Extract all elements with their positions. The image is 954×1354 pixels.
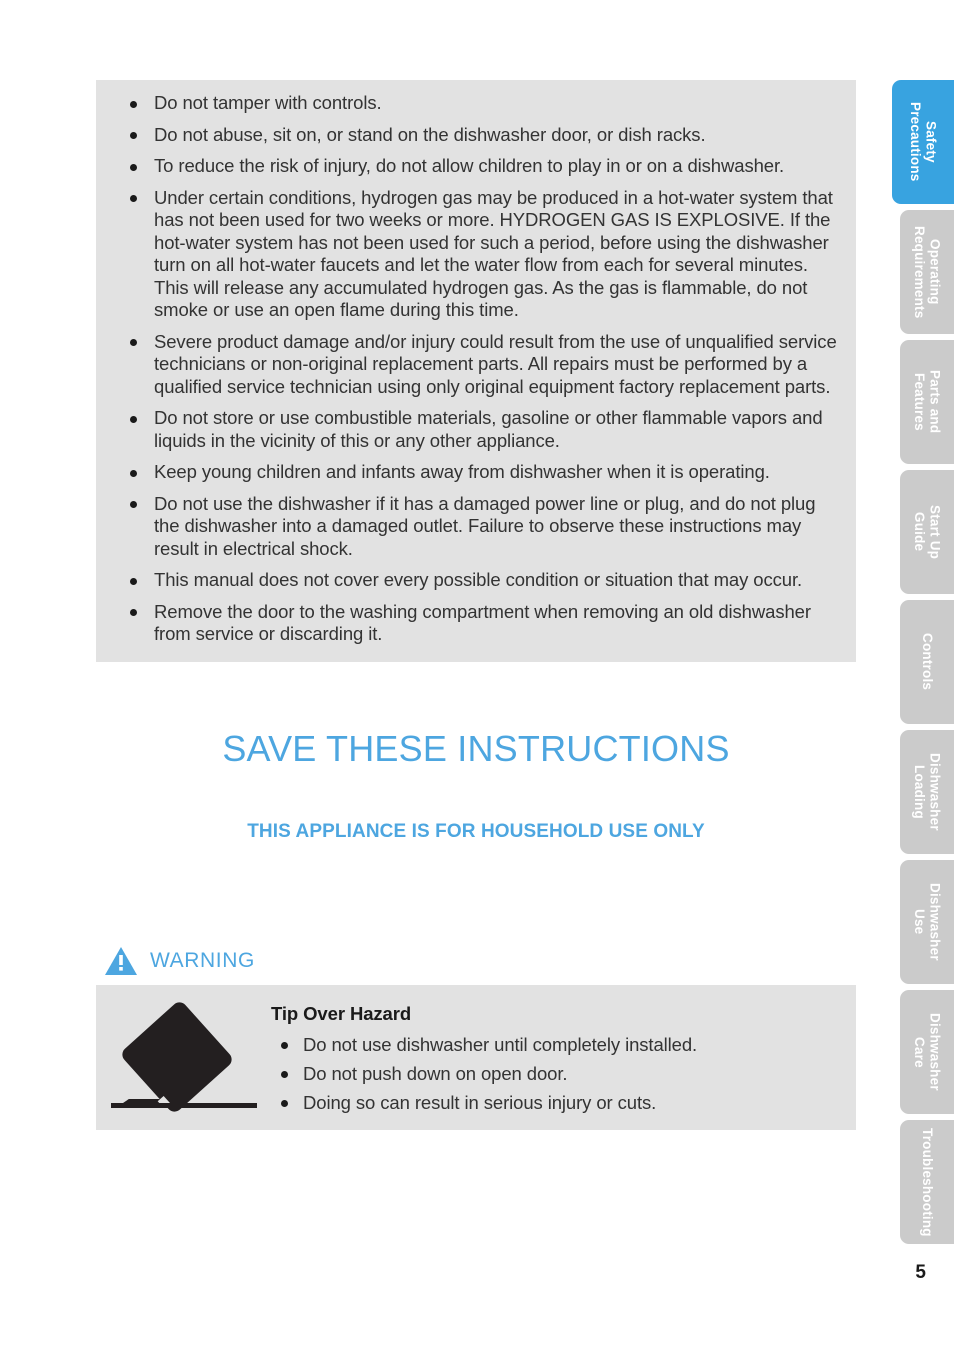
manual-page: Do not tamper with controls. Do not abuse…: [0, 0, 954, 1354]
tipping-dishwasher-icon: [110, 1002, 257, 1112]
safety-bullet: Do not tamper with controls.: [114, 92, 838, 115]
hazard-content: Tip Over Hazard Do not use dishwasher un…: [271, 985, 856, 1121]
hazard-bullet: Do not push down on open door.: [271, 1063, 856, 1085]
safety-bullet: Keep young children and infants away fro…: [114, 461, 838, 484]
page-subtitle: THIS APPLIANCE IS FOR HOUSEHOLD USE ONLY: [247, 821, 705, 842]
sidebar-tab-troubleshooting[interactable]: Troubleshooting: [900, 1120, 954, 1244]
hazard-bullet: Do not use dishwasher until completely i…: [271, 1034, 856, 1056]
hazard-title: Tip Over Hazard: [271, 1003, 412, 1024]
sidebar-tab-label: Safety Precautions: [908, 102, 939, 182]
sidebar-tab-parts-and-features[interactable]: Parts and Features: [900, 340, 954, 464]
sidebar-tab-controls[interactable]: Controls: [900, 600, 954, 724]
sidebar-tab-label: Dishwasher Care: [912, 1013, 943, 1091]
sidebar-tab-label: Start Up Guide: [912, 504, 943, 560]
hazard-bullet: Doing so can result in serious injury or…: [271, 1092, 856, 1114]
safety-bullet: Remove the door to the washing compartme…: [114, 601, 838, 646]
sidebar-tab-operating-requirements[interactable]: Operating Requirements: [900, 210, 954, 334]
sidebar-tab-label: Controls: [919, 633, 935, 691]
sidebar-tab-safety-precautions[interactable]: Safety Precautions: [892, 80, 954, 204]
safety-bullet: Severe product damage and/or injury coul…: [114, 331, 838, 399]
sidebar-tab-label: Dishwasher Loading: [912, 753, 943, 831]
tip-over-hazard-box: Tip Over Hazard Do not use dishwasher un…: [96, 985, 856, 1130]
sidebar-tab-dishwasher-use[interactable]: Dishwasher Use: [900, 860, 954, 984]
sidebar-tab-label: Troubleshooting: [919, 1127, 935, 1237]
warning-label: WARNING: [150, 949, 255, 972]
sidebar-tab-dishwasher-loading[interactable]: Dishwasher Loading: [900, 730, 954, 854]
warning-header: WARNING: [104, 946, 255, 976]
hazard-bullet-list: Do not use dishwasher until completely i…: [271, 1034, 856, 1114]
sidebar-tab-label: Operating Requirements: [912, 225, 943, 319]
page-number: 5: [915, 1262, 926, 1283]
sidebar-tab-label: Dishwasher Use: [912, 883, 943, 961]
hazard-icon-wrap: [96, 985, 271, 1117]
safety-bullet: Do not store or use combustible material…: [114, 407, 838, 452]
safety-bullet: Under certain conditions, hydrogen gas m…: [114, 187, 838, 322]
warning-triangle-icon: [105, 947, 137, 975]
sidebar-tab-start-up-guide[interactable]: Start Up Guide: [900, 470, 954, 594]
safety-precautions-list: Do not tamper with controls. Do not abuse…: [114, 92, 838, 646]
page-title: SAVE THESE INSTRUCTIONS: [222, 728, 730, 769]
safety-bullet: Do not abuse, sit on, or stand on the di…: [114, 124, 838, 147]
sidebar-tab-dishwasher-care[interactable]: Dishwasher Care: [900, 990, 954, 1114]
sidebar-tab-label: Parts and Features: [912, 370, 943, 434]
safety-bullet: To reduce the risk of injury, do not all…: [114, 155, 838, 178]
safety-bullet: This manual does not cover every possibl…: [114, 569, 838, 592]
safety-bullet: Do not use the dishwasher if it has a da…: [114, 493, 838, 561]
safety-precautions-box: Do not tamper with controls. Do not abuse…: [96, 80, 856, 662]
